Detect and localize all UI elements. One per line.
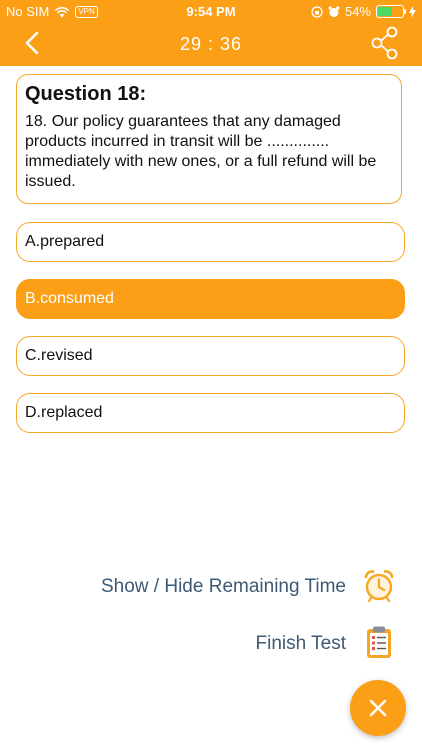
battery-icon bbox=[376, 5, 406, 18]
question-title: Question 18: bbox=[25, 83, 147, 105]
top-bar: No SIM VPN 9:54 PM 54% 29: 36 bbox=[0, 0, 422, 66]
countdown-timer: 29 : 36 bbox=[179, 34, 243, 54]
orientation-lock-icon bbox=[311, 5, 323, 18]
option-b[interactable]: B.consumed bbox=[16, 279, 405, 319]
nav-row: 29 : 36 bbox=[0, 22, 422, 66]
close-icon bbox=[369, 699, 387, 717]
clipboard-checklist-icon[interactable] bbox=[362, 625, 396, 659]
option-c[interactable]: C.revised bbox=[16, 336, 405, 376]
option-label: D.replaced bbox=[25, 404, 103, 421]
status-bar: No SIM VPN 9:54 PM 54% bbox=[0, 0, 422, 22]
question-text: 18. Our policy guarantees that any damag… bbox=[25, 113, 377, 190]
battery-percent: 54% bbox=[344, 4, 371, 19]
alarm-clock-icon[interactable] bbox=[362, 568, 396, 602]
share-icon[interactable] bbox=[370, 26, 400, 60]
alarm-icon bbox=[328, 5, 340, 17]
finish-test-button[interactable]: Finish Test bbox=[256, 633, 346, 655]
option-a[interactable]: A.prepared bbox=[16, 222, 405, 262]
option-label: A.prepared bbox=[25, 233, 105, 250]
option-label: C.revised bbox=[25, 347, 93, 364]
question-card: Question 18: 18. Our policy guarantees t… bbox=[16, 74, 402, 204]
option-label: B.consumed bbox=[25, 290, 114, 307]
toggle-time-button[interactable]: Show / Hide Remaining Time bbox=[101, 576, 346, 598]
option-d[interactable]: D.replaced bbox=[16, 393, 405, 433]
close-menu-button[interactable] bbox=[350, 680, 406, 736]
charging-icon bbox=[409, 5, 416, 18]
